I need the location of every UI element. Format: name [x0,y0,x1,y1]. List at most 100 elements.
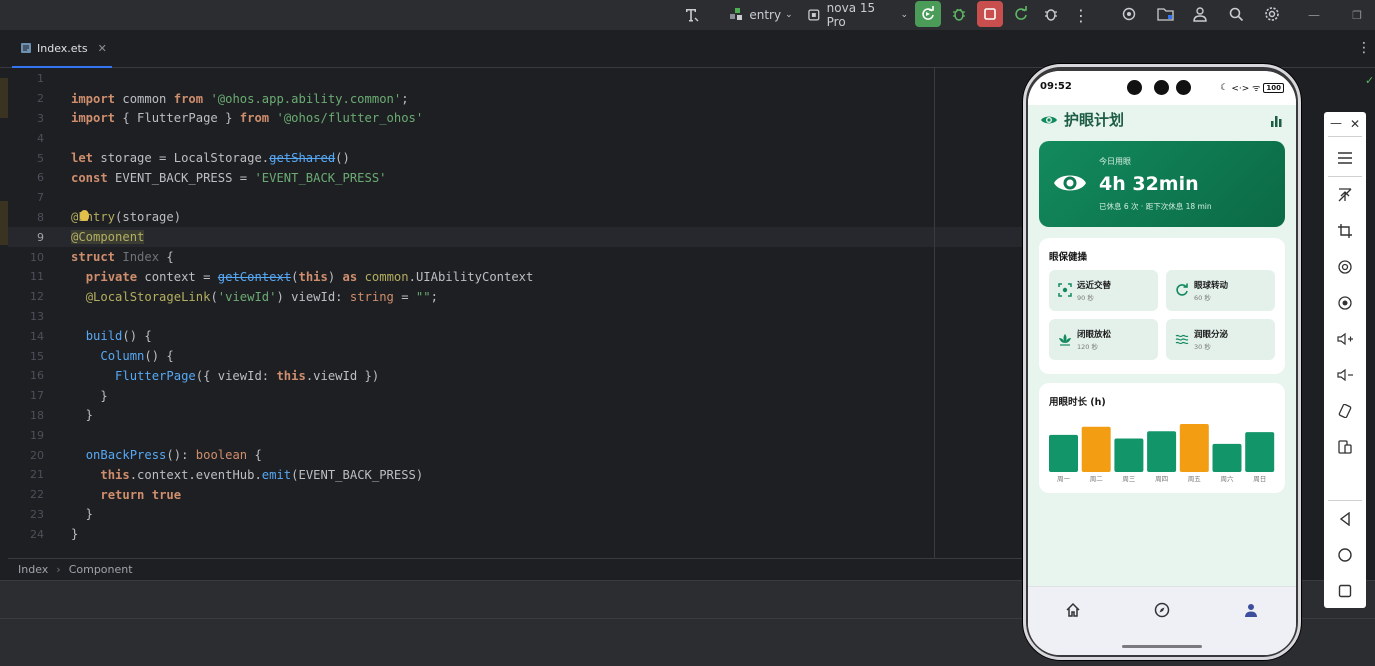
lightbulb-icon[interactable] [80,209,89,221]
rerun-icon [922,6,934,20]
chevron-right-icon: › [56,563,61,576]
volume-up-icon[interactable] [1334,328,1356,350]
code-line: 6 const EVENT_BACK_PRESS = 'EVENT_BACK_PR… [37,170,387,185]
volume-down-icon[interactable] [1334,364,1356,386]
more-vertical-icon[interactable]: ⋮ [1072,0,1090,30]
tab-options-icon[interactable]: ⋮ [1357,40,1371,56]
chart-tick-label: 周二 [1090,475,1104,483]
device-selector[interactable]: nova 15 Pro ⌄ [806,0,908,30]
tab-index-ets[interactable]: Index.ets ✕ [12,30,112,68]
recents-icon[interactable] [1334,580,1356,602]
camera-cutout [1176,80,1191,95]
apply-changes-button[interactable] [1008,1,1034,27]
search-button[interactable] [1223,1,1249,27]
rotate-device-icon[interactable] [1334,400,1356,422]
ets-file-icon [21,43,31,53]
close-tab-icon[interactable]: ✕ [98,42,107,55]
eye-icon [1041,116,1057,124]
debug-button[interactable] [946,1,972,27]
chart-tick-label: 周三 [1122,475,1136,483]
bottom-navigation [1028,586,1296,632]
code-line: 21 this.context.eventHub.emit(EVENT_BACK… [30,467,424,482]
home-indicator[interactable] [1122,645,1202,648]
code-line: 24} [30,527,79,542]
code-line: 2 import common from '@ohos.app.ability.c… [37,91,409,106]
code-line: 14 build() { [30,329,152,344]
tab-label: Index.ets [37,41,88,55]
close-emulator-icon[interactable]: ✕ [1350,117,1360,131]
chart-bar-3 [1114,438,1144,472]
location-icon[interactable] [1334,292,1356,314]
code-line: 8 @Entry(storage) [37,209,182,225]
account-button[interactable] [1187,1,1213,27]
stop-icon [984,8,996,20]
code-line: 10 struct Index { [30,250,174,265]
today-usage-card[interactable]: 今日用眼 4h 32min 已休息 6 次 · 距下次休息 18 min [1039,141,1285,227]
exercise-item-near-far[interactable]: 远近交替 90 秒 [1049,270,1158,311]
crop-screenshot-icon[interactable] [1334,220,1356,242]
emulator-toolbar: — ✕ [1324,112,1366,608]
code-line: 12 @LocalStorageLink('viewId') viewId: s… [30,289,438,304]
breadcrumb-item-component[interactable]: Component [69,563,133,576]
status-bar: 09:52 ☾ <·> ᯤ 100 [1028,71,1296,105]
chart-bar-6 [1212,443,1242,472]
status-icons: ☾ <·> ᯤ 100 [1220,81,1284,94]
refresh-icon [1015,6,1027,20]
module-icon [730,8,743,20]
chart-bar-1 [1049,434,1078,472]
run-config-selector[interactable]: entry ⌄ [728,0,794,30]
chart-tick-label: 周五 [1188,475,1202,483]
screen-record-icon[interactable] [1334,256,1356,278]
code-line: 15 Column() { [30,349,174,364]
rotate-icon [1176,283,1188,296]
menu-icon[interactable] [1334,147,1356,169]
project-structure-button[interactable] [1153,1,1179,27]
home-icon[interactable] [1065,602,1081,618]
signal-icons: <·> ᯤ [1231,84,1261,94]
settings-button[interactable] [1259,1,1285,27]
chart-bar-5 [1179,424,1209,472]
text-tool-icon[interactable] [680,0,704,30]
right-margin-guide [934,68,935,558]
person-icon[interactable] [1243,602,1259,618]
code-line: 17 } [30,388,108,403]
focus-icon [1058,283,1072,297]
camera-cutout [1154,80,1169,95]
today-usage-label: 今日用眼 [1099,157,1131,166]
fold-device-icon[interactable] [1334,436,1356,458]
profiler-button[interactable] [1116,1,1142,27]
usage-bar-chart: 周一 周二 周三 周四 周五 周六 周日 [1049,424,1275,483]
compass-icon[interactable] [1154,602,1170,618]
usage-chart-card: 用眼时长 (h) 周一 周二 周三 周四 周五 周六 周日 [1039,383,1285,493]
minimize-icon[interactable]: — [1305,0,1323,30]
back-icon[interactable] [1334,508,1356,530]
no-problems-check-icon: ✓ [1365,74,1375,87]
exercise-section-title: 眼保健操 [1049,252,1088,263]
chart-bar-7 [1245,432,1275,472]
breadcrumb: Index › Component [8,558,1024,580]
stop-button[interactable] [977,1,1003,27]
pin-top-icon[interactable] [1334,184,1356,206]
code-editor[interactable]: 1 2 import common from '@ohos.app.ability… [8,68,1024,558]
home-circle-icon[interactable] [1334,544,1356,566]
attach-debugger-button[interactable] [1038,1,1064,27]
moon-icon: ☾ [1220,82,1229,93]
code-line: 22 return true [30,487,182,502]
breadcrumb-item-index[interactable]: Index [18,563,48,576]
exercise-item-close-eyes[interactable]: 闭眼放松 120 秒 [1049,319,1158,360]
exercise-item-moisturize[interactable]: 润眼分泌 30 秒 [1166,319,1275,360]
run-button[interactable] [915,1,941,27]
editor-tab-bar: Index.ets ✕ ⋮ [0,30,1375,68]
exercise-item-eye-rotation[interactable]: 眼球转动 60 秒 [1166,270,1275,311]
chart-bar-2 [1081,426,1111,472]
bar-chart-icon[interactable] [1270,115,1282,127]
lotus-icon [1059,334,1071,346]
device-icon [808,9,820,21]
minimize-emulator-icon[interactable]: — [1330,116,1342,130]
emulator-screen[interactable]: 09:52 ☾ <·> ᯤ 100 护眼计划 今日用眼 4h 32min 已休息… [1028,71,1296,655]
eye-exercise-card: 眼保健操 远近交替 90 秒 眼球转动 60 秒 闭眼放松 120 秒 润眼分泌… [1039,238,1285,374]
code-line: 5 let storage = LocalStorage.getShared() [37,151,350,166]
restore-window-icon[interactable]: ❐ [1348,0,1366,30]
chart-tick-label: 周六 [1221,474,1235,483]
today-usage-value: 4h 32min [1099,173,1199,195]
